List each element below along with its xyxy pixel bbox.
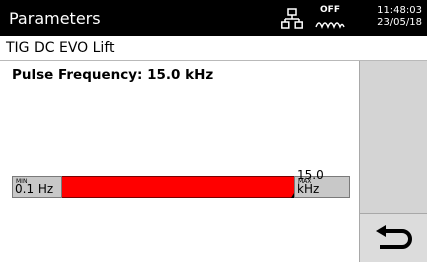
min-box: MIN 0.1 Hz xyxy=(12,176,62,198)
value-slider[interactable]: MIN 0.1 Hz MAX 15.0 kHz xyxy=(12,168,350,198)
top-bar: Parameters OFF 11:48:03 23/05/18 xyxy=(0,0,427,36)
process-bar: TIG DC EVO Lift xyxy=(0,36,427,61)
clock-date: 23/05/18 xyxy=(377,17,422,28)
max-value: 15.0 kHz xyxy=(297,168,324,196)
clock-time: 11:48:03 xyxy=(377,5,422,16)
process-label: TIG DC EVO Lift xyxy=(6,40,115,56)
clock: 11:48:03 23/05/18 xyxy=(360,5,422,29)
max-box: MAX 15.0 kHz xyxy=(294,168,350,198)
parameter-panel: Pulse Frequency: 15.0 kHz MIN 0.1 Hz MAX… xyxy=(0,61,358,262)
off-label: OFF xyxy=(320,5,340,15)
slider-fill xyxy=(62,176,294,198)
side-panel xyxy=(359,61,427,262)
page-title: Parameters xyxy=(9,9,101,28)
parameter-title: Pulse Frequency: 15.0 kHz xyxy=(12,67,214,83)
back-button[interactable] xyxy=(360,213,427,262)
min-value: 0.1 Hz xyxy=(15,182,54,196)
side-blank-button[interactable] xyxy=(360,61,427,211)
return-arrow-icon xyxy=(374,225,414,257)
network-icon xyxy=(281,8,303,30)
wave-off-icon: OFF xyxy=(312,5,348,31)
